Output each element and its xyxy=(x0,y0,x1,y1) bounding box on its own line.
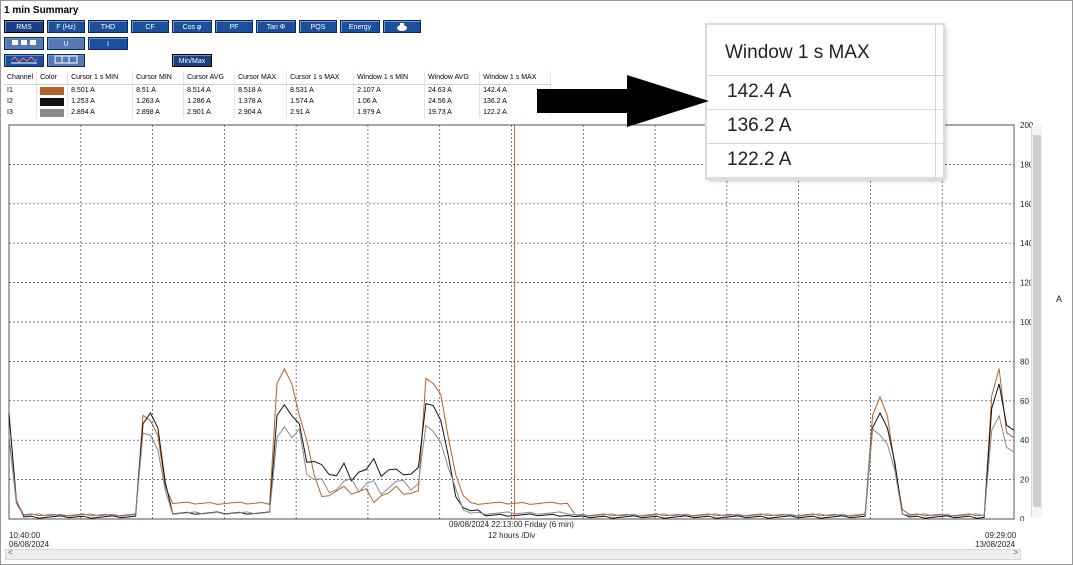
energy-button[interactable]: Energy xyxy=(340,20,380,33)
header-cursor-avg: Cursor AVG xyxy=(183,71,236,85)
table-cell: 1.253 A xyxy=(67,96,134,107)
window-title: 1 min Summary xyxy=(4,5,79,16)
y-tick-label: 80 xyxy=(1020,357,1029,366)
header-cursor-max: Cursor MAX xyxy=(234,71,288,85)
table-cell: 1.263 A xyxy=(132,96,185,107)
current-trend-chart[interactable]: 200180160140120100806040200 A xyxy=(1,121,1071,521)
table-cell: 8.514 A xyxy=(183,84,236,96)
pointer-arrow-icon xyxy=(537,75,709,127)
callout-header: Window 1 s MAX xyxy=(707,25,943,76)
table-cell: 2.898 A xyxy=(132,107,185,118)
window-max-callout: Window 1 s MAX 142.4 A 136.2 A 122.2 A xyxy=(707,25,943,178)
min-max-button[interactable]: Min/Max xyxy=(172,54,212,67)
header-cursor-1s-min: Cursor 1 s MIN xyxy=(67,71,134,85)
header-window-avg: Window AVG xyxy=(424,71,481,85)
table-view-button[interactable] xyxy=(47,54,85,67)
y-tick-label: 40 xyxy=(1020,436,1029,445)
table-cell: 1.286 A xyxy=(183,96,236,107)
measurement-table: Channel Color Cursor 1 s MIN Cursor MIN … xyxy=(4,71,552,118)
table-cell: 2.894 A xyxy=(67,107,134,118)
waveform-view-button[interactable] xyxy=(4,54,44,67)
table-cell: 1.979 A xyxy=(353,107,426,118)
table-row[interactable]: I3 2.894 A 2.898 A 2.901 A 2.904 A 2.91 … xyxy=(4,107,552,118)
x-start-date: 06/08/2024 xyxy=(9,540,50,549)
phases-icon xyxy=(12,40,36,45)
table-cell: 1.574 A xyxy=(286,96,355,107)
phases-button[interactable] xyxy=(4,37,44,50)
table-cell: 19.73 A xyxy=(424,107,481,118)
channel-name: I2 xyxy=(4,96,38,107)
rms-button[interactable]: RMS xyxy=(4,20,44,33)
power-factor-button[interactable]: PF xyxy=(215,20,253,33)
table-cell: 8.501 A xyxy=(67,84,134,96)
time-scale-label: 12 hours /Div xyxy=(488,531,536,540)
channel-color-swatch xyxy=(36,107,69,118)
table-cell: 2.91 A xyxy=(286,107,355,118)
table-cell: 8.51 A xyxy=(132,84,185,96)
callout-header-label: Window 1 s MAX xyxy=(725,42,870,63)
cursor-timestamp: 09/08/2024 22:13:00 Friday (6 min) xyxy=(449,520,574,529)
tan-phi-button[interactable]: Tan Φ xyxy=(256,20,296,33)
y-tick-label: 20 xyxy=(1020,476,1029,485)
callout-value: 142.4 A xyxy=(727,81,792,102)
table-cell: 8.531 A xyxy=(286,84,355,96)
scroll-right-icon[interactable]: > xyxy=(1013,548,1018,557)
y-tick-label: 0 xyxy=(1020,515,1025,521)
callout-divider xyxy=(935,25,936,178)
voltage-button[interactable]: U xyxy=(47,37,85,50)
summary-window: 1 min Summary RMS F (Hz) THD CF Cos φ PF… xyxy=(0,0,1073,565)
crest-factor-button[interactable]: CF xyxy=(131,20,169,33)
x-end-date: 13/08/2024 xyxy=(975,540,1016,549)
horizontal-scrollbar[interactable]: < > xyxy=(5,548,1021,560)
frequency-button[interactable]: F (Hz) xyxy=(47,20,85,33)
meter-icon xyxy=(397,23,407,31)
callout-value: 136.2 A xyxy=(727,115,792,136)
table-cell: 8.518 A xyxy=(234,84,288,96)
y-tick-label: 60 xyxy=(1020,397,1029,406)
table-header-row: Channel Color Cursor 1 s MIN Cursor MIN … xyxy=(4,71,552,85)
x-end-time: 09:29:00 xyxy=(985,531,1017,540)
callout-value: 122.2 A xyxy=(727,149,792,170)
table-cell: 1.06 A xyxy=(353,96,426,107)
header-channel: Channel xyxy=(4,71,38,85)
vertical-scroll-thumb[interactable] xyxy=(1033,135,1041,507)
table-row[interactable]: I2 1.253 A 1.263 A 1.286 A 1.378 A 1.574… xyxy=(4,96,552,107)
callout-row: 142.4 A xyxy=(707,76,943,110)
meter-button[interactable] xyxy=(383,20,421,33)
header-cursor-min: Cursor MIN xyxy=(132,71,185,85)
table-cell: 2.901 A xyxy=(183,107,236,118)
table-cell: 1.378 A xyxy=(234,96,288,107)
current-button[interactable]: I xyxy=(88,37,128,50)
table-row[interactable]: I1 8.501 A 8.51 A 8.514 A 8.518 A 8.531 … xyxy=(4,84,552,96)
channel-name: I3 xyxy=(4,107,38,118)
callout-row: 136.2 A xyxy=(707,110,943,144)
channel-color-swatch xyxy=(36,84,69,96)
x-start-time: 10:40:00 xyxy=(9,531,41,540)
header-window-1s-min: Window 1 s MIN xyxy=(353,71,426,85)
waveform-icon xyxy=(10,56,38,64)
header-color: Color xyxy=(36,71,69,85)
channel-color-swatch xyxy=(36,96,69,107)
table-cell: 2.904 A xyxy=(234,107,288,118)
y-axis-unit: A xyxy=(1056,294,1062,304)
pqs-button[interactable]: PQS xyxy=(299,20,337,33)
thd-button[interactable]: THD xyxy=(88,20,128,33)
scroll-left-icon[interactable]: < xyxy=(8,548,13,557)
table-cell: 2.107 A xyxy=(353,84,426,96)
vertical-scrollbar[interactable] xyxy=(1031,125,1042,517)
channel-name: I1 xyxy=(4,84,38,96)
callout-row: 122.2 A xyxy=(707,144,943,178)
table-cell: 24.56 A xyxy=(424,96,481,107)
cos-phi-button[interactable]: Cos φ xyxy=(172,20,212,33)
table-icon xyxy=(54,55,78,64)
header-cursor-1s-max: Cursor 1 s MAX xyxy=(286,71,355,85)
table-cell: 24.63 A xyxy=(424,84,481,96)
